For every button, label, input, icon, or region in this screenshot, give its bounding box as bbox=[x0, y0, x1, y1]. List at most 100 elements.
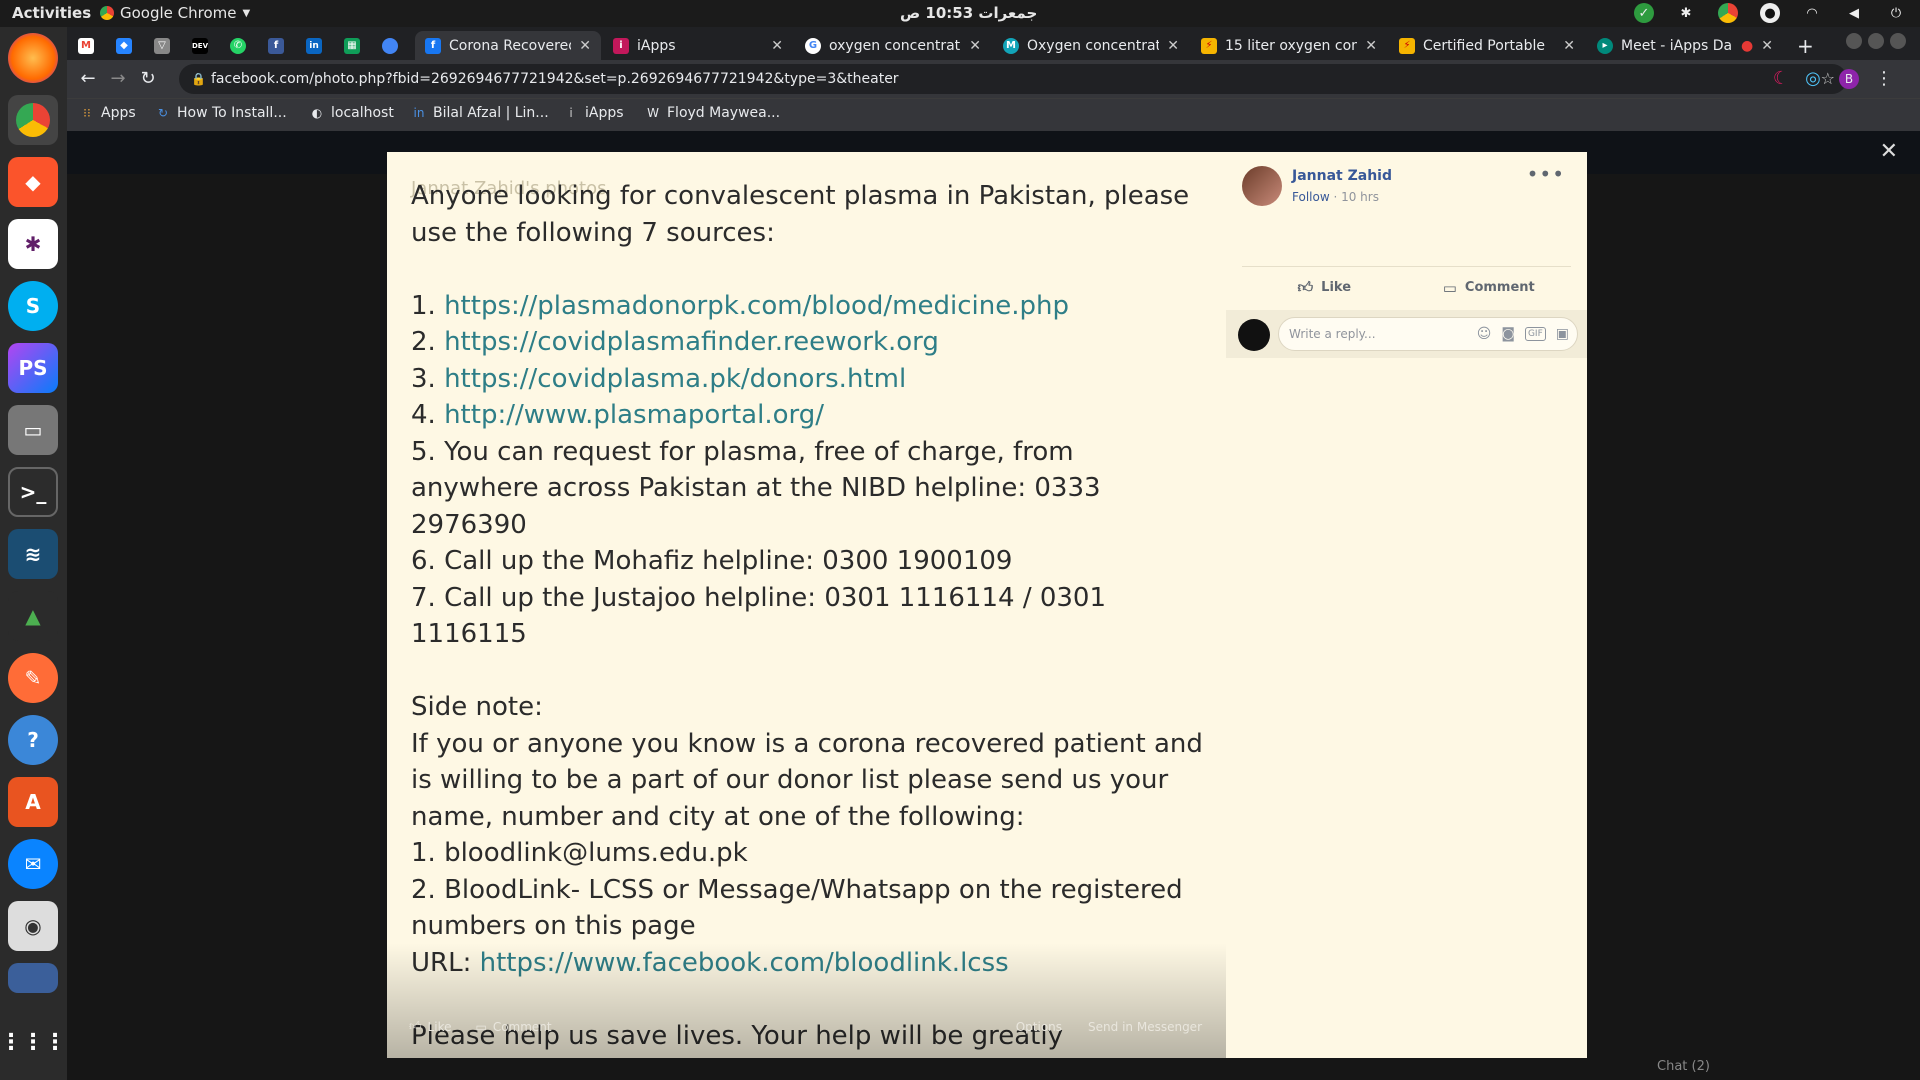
linkedin-icon: in bbox=[413, 106, 425, 120]
new-tab-button[interactable]: + bbox=[1787, 31, 1817, 60]
terminal-icon[interactable]: >_ bbox=[8, 467, 58, 517]
firefox-icon[interactable] bbox=[8, 33, 58, 83]
pinned-tab-facebook[interactable]: f bbox=[261, 31, 299, 60]
screen-icon[interactable] bbox=[8, 963, 58, 993]
bookmark-bilal-afzal[interactable]: in Bilal Afzal | Lin... bbox=[411, 105, 549, 121]
bookmark-how-to-install[interactable]: ↻ How To Install... bbox=[155, 105, 287, 121]
robo3t-icon[interactable]: ▲ bbox=[8, 591, 58, 641]
bookmark-apps[interactable]: ⁝⁝ Apps bbox=[79, 105, 135, 121]
like-button[interactable]: 👍︎ Like bbox=[1242, 267, 1407, 308]
show-apps-icon[interactable]: ⋮⋮⋮ bbox=[0, 1017, 66, 1067]
browser-window: M ◆ ▽ DEV ✆ f in ▦ f Corona Recovered ✕ … bbox=[67, 27, 1920, 131]
close-icon[interactable]: ✕ bbox=[969, 38, 981, 54]
profile-avatar[interactable]: B bbox=[1839, 69, 1859, 89]
slack-icon[interactable]: ✱ bbox=[8, 219, 58, 269]
minimize-button[interactable] bbox=[1846, 33, 1862, 49]
lock-icon[interactable]: 🔒 bbox=[191, 64, 206, 94]
photo-text-line: Side note: bbox=[411, 692, 543, 722]
tab-iapps[interactable]: i iApps ✕ bbox=[603, 31, 793, 60]
postman-icon[interactable]: ✎ bbox=[8, 653, 58, 703]
tab-title: Corona Recovered bbox=[449, 37, 572, 54]
close-icon[interactable]: ✕ bbox=[1167, 38, 1179, 54]
bookmark-floyd[interactable]: W Floyd Maywea... bbox=[645, 105, 780, 121]
volume-icon[interactable]: ◀ bbox=[1844, 3, 1864, 23]
wifi-icon[interactable]: ◠ bbox=[1802, 3, 1822, 23]
dark-reader-icon[interactable]: ☾ bbox=[1770, 68, 1792, 90]
clock[interactable]: جمعرات 10:53 ص bbox=[900, 4, 1037, 22]
pinned-tab-sheets[interactable]: ▦ bbox=[337, 31, 375, 60]
pinned-tab-chrome[interactable] bbox=[375, 31, 413, 60]
like-label: Like bbox=[1321, 280, 1352, 295]
post-time[interactable]: 10 hrs bbox=[1341, 190, 1379, 204]
recording-dot-icon: ● bbox=[1741, 37, 1754, 54]
software-center-icon[interactable]: A bbox=[8, 777, 58, 827]
address-bar[interactable]: 🔒 facebook.com/photo.php?fbid=2692694677… bbox=[179, 64, 1847, 94]
avatar[interactable] bbox=[1242, 166, 1282, 206]
photo-viewer[interactable]: Jannat Zahid's photos Anyone looking for… bbox=[387, 152, 1226, 1058]
chat-label[interactable]: Chat (2) bbox=[1657, 1059, 1710, 1074]
back-icon[interactable]: ← bbox=[77, 68, 99, 90]
options-button[interactable]: Options bbox=[1016, 1020, 1062, 1034]
tab-corona-recovered[interactable]: f Corona Recovered ✕ bbox=[415, 31, 601, 60]
close-icon[interactable]: ✕ bbox=[1563, 38, 1575, 54]
comment-button[interactable]: ▭ Comment bbox=[1407, 267, 1572, 308]
photo-link: https://plasmadonorpk.com/blood/medicine… bbox=[444, 290, 1069, 321]
photo-overlay-gradient bbox=[387, 943, 1226, 1058]
close-theater-icon[interactable]: ✕ bbox=[1880, 139, 1898, 164]
slack-tray-icon[interactable]: ✱ bbox=[1676, 3, 1696, 23]
bookmark-label: iApps bbox=[585, 105, 624, 121]
send-in-messenger-button[interactable]: Send in Messenger bbox=[1088, 1020, 1202, 1034]
tab-certified-portable[interactable]: ⚡ Certified Portable ✕ bbox=[1389, 31, 1585, 60]
author-name[interactable]: Jannat Zahid bbox=[1292, 168, 1392, 184]
help-icon[interactable]: ? bbox=[8, 715, 58, 765]
thunderbird-icon[interactable]: ✉ bbox=[8, 839, 58, 889]
extension-icon[interactable]: ◎ bbox=[1802, 68, 1824, 90]
close-icon[interactable]: ✕ bbox=[1761, 38, 1773, 54]
power-icon[interactable]: ⏻ bbox=[1886, 3, 1906, 23]
pinned-tab-bitbucket[interactable]: ◆ bbox=[109, 31, 147, 60]
reply-input[interactable]: Write a reply... ☺ ◙ GIF ▣ bbox=[1278, 317, 1578, 351]
thumbs-up-icon: 👍︎ bbox=[1297, 278, 1314, 296]
mysql-workbench-icon[interactable]: ≋ bbox=[8, 529, 58, 579]
tab-meet[interactable]: ▸ Meet - iApps Da ● ✕ bbox=[1587, 31, 1783, 60]
photo-comment-button[interactable]: ▭ Comment bbox=[475, 1019, 551, 1034]
photo-like-button[interactable]: 👍︎ Like bbox=[409, 1019, 451, 1034]
pinned-tab-linkedin[interactable]: in bbox=[299, 31, 337, 60]
record-tray-icon[interactable]: ● bbox=[1760, 3, 1780, 23]
sticker-icon[interactable]: ▣ bbox=[1556, 318, 1569, 350]
pinned-tab-dev[interactable]: DEV bbox=[185, 31, 223, 60]
tab-oxygen-medium[interactable]: M Oxygen concentrat ✕ bbox=[993, 31, 1189, 60]
files-icon[interactable]: ▭ bbox=[8, 405, 58, 455]
photo-actions: 👍︎ Like ▭ Comment bbox=[409, 1019, 552, 1034]
rhythmbox-icon[interactable]: ◉ bbox=[8, 901, 58, 951]
close-icon[interactable]: ✕ bbox=[579, 38, 591, 54]
maximize-button[interactable] bbox=[1868, 33, 1884, 49]
more-options-icon[interactable]: ••• bbox=[1527, 162, 1565, 186]
phpstorm-icon[interactable]: PS bbox=[8, 343, 58, 393]
follow-link[interactable]: Follow bbox=[1292, 190, 1330, 204]
chrome-tray-icon[interactable] bbox=[1718, 3, 1738, 23]
kebab-menu-icon[interactable]: ⋮ bbox=[1873, 68, 1895, 90]
activities-button[interactable]: Activities bbox=[12, 4, 91, 22]
reload-icon[interactable]: ↻ bbox=[137, 68, 159, 90]
skype-icon[interactable]: S bbox=[8, 281, 58, 331]
chrome-dock-icon[interactable] bbox=[8, 95, 58, 145]
bookmark-iapps[interactable]: ⅰ iApps bbox=[563, 105, 624, 121]
pinned-tab-gmail[interactable]: M bbox=[71, 31, 109, 60]
photo-text-line: 4. http://www.plasmaportal.org/ bbox=[411, 397, 1211, 434]
app-menu[interactable]: Google Chrome ▼ bbox=[100, 4, 250, 22]
forward-icon[interactable]: → bbox=[107, 68, 129, 90]
bookmark-localhost[interactable]: ◐ localhost bbox=[309, 105, 394, 121]
brave-icon[interactable]: ◆ bbox=[8, 157, 58, 207]
close-window-button[interactable] bbox=[1890, 33, 1906, 49]
tab-oxygen-google[interactable]: G oxygen concentrat ✕ bbox=[795, 31, 991, 60]
pinned-tab-pocket[interactable]: ▽ bbox=[147, 31, 185, 60]
close-icon[interactable]: ✕ bbox=[771, 38, 783, 54]
gif-icon[interactable]: GIF bbox=[1524, 327, 1546, 341]
tab-15-liter[interactable]: ⚡ 15 liter oxygen con ✕ bbox=[1191, 31, 1387, 60]
camera-icon[interactable]: ◙ bbox=[1501, 318, 1515, 350]
close-icon[interactable]: ✕ bbox=[1365, 38, 1377, 54]
pinned-tab-whatsapp[interactable]: ✆ bbox=[223, 31, 261, 60]
emoji-icon[interactable]: ☺ bbox=[1477, 318, 1492, 350]
check-shield-icon[interactable]: ✓ bbox=[1634, 3, 1654, 23]
